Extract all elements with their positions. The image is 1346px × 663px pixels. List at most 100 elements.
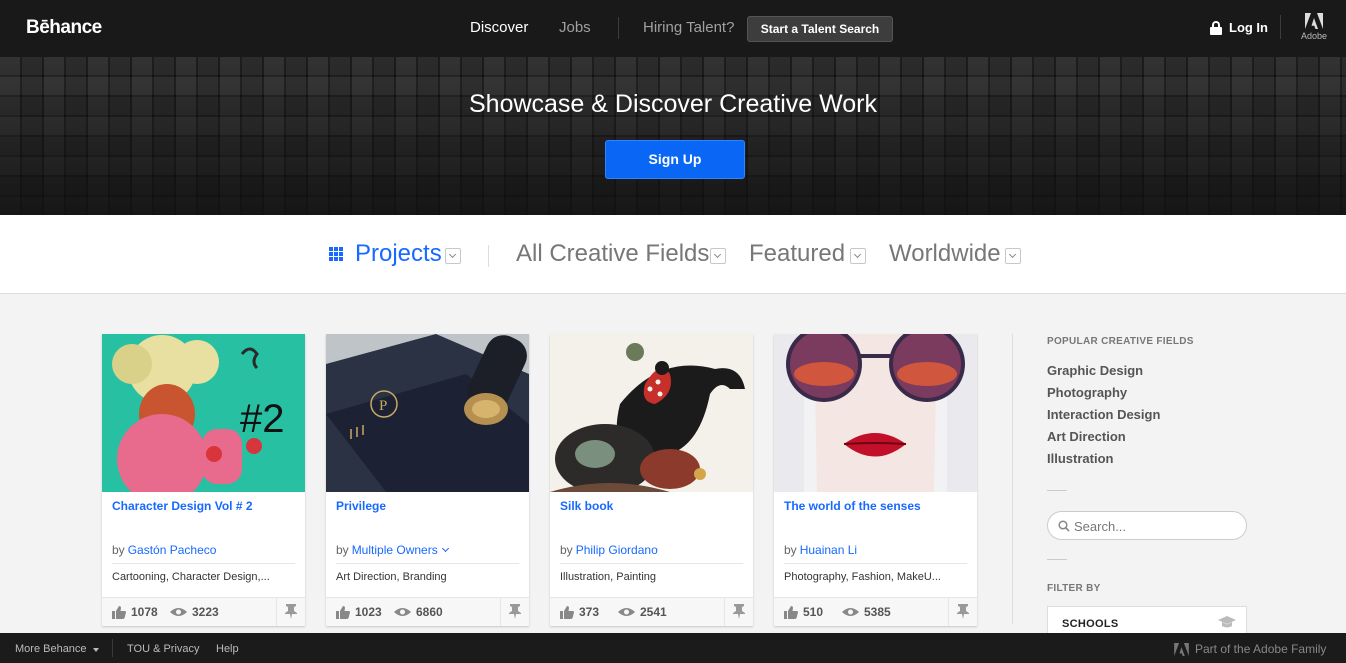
featured-filter[interactable]: Featured (749, 240, 845, 268)
svg-text:P: P (379, 398, 387, 414)
adobe-family-link[interactable]: Part of the Adobe Family (1174, 642, 1326, 656)
project-stats: 510 5385 (774, 597, 977, 626)
chevron-down-icon[interactable] (710, 248, 726, 264)
field-link-graphic-design[interactable]: Graphic Design (1047, 363, 1143, 378)
project-title[interactable]: Silk book (560, 499, 613, 513)
views-stat: 2541 (618, 605, 667, 619)
views-count: 5385 (864, 605, 891, 619)
help-link[interactable]: Help (216, 643, 239, 655)
popular-fields-heading: POPULAR CREATIVE FIELDS (1047, 336, 1194, 347)
adobe-label: Adobe (1300, 31, 1328, 41)
nav-jobs-link[interactable]: Jobs (559, 19, 591, 36)
save-icon (957, 604, 969, 619)
project-owner-line: by Multiple Owners (336, 543, 449, 557)
location-filter[interactable]: Worldwide (889, 240, 1001, 268)
project-thumbnail[interactable]: P (326, 334, 529, 492)
save-to-collection-button[interactable] (500, 598, 529, 626)
search-input[interactable] (1074, 517, 1234, 535)
project-thumbnail[interactable] (774, 334, 977, 492)
graduation-cap-icon (1218, 616, 1236, 628)
project-card[interactable]: Silk book by Philip Giordano Illustration… (550, 334, 753, 626)
caret-down-icon[interactable] (93, 648, 99, 652)
project-thumbnail[interactable] (550, 334, 753, 492)
sidebar-short-rule (1047, 490, 1067, 491)
hero-banner: Showcase & Discover Creative Work Sign U… (0, 57, 1346, 215)
project-stats: 373 2541 (550, 597, 753, 626)
by-label: by (784, 543, 797, 557)
views-stat: 3223 (170, 605, 219, 619)
project-card[interactable]: P Privilege by Multiple Owners Art Direct… (326, 334, 529, 626)
chevron-down-icon[interactable] (445, 248, 461, 264)
nav-divider (618, 17, 619, 39)
field-link-art-direction[interactable]: Art Direction (1047, 429, 1126, 444)
thumbs-up-icon (784, 605, 798, 619)
project-title[interactable]: The world of the senses (784, 499, 921, 513)
owner-link[interactable]: Philip Giordano (576, 543, 658, 557)
owner-link[interactable]: Huainan Li (800, 543, 857, 557)
top-navigation-bar: Bēhance Discover Jobs Hiring Talent? Sta… (0, 0, 1346, 57)
more-behance-menu[interactable]: More Behance (15, 643, 87, 655)
project-owner-line: by Philip Giordano (560, 543, 658, 557)
appreciations-stat: 1078 (112, 605, 158, 619)
field-link-illustration[interactable]: Illustration (1047, 451, 1113, 466)
project-card[interactable]: The world of the senses by Huainan Li Pho… (774, 334, 977, 626)
save-to-collection-button[interactable] (276, 598, 305, 626)
appreciations-count: 510 (803, 605, 824, 619)
views-stat: 5385 (842, 605, 891, 619)
appreciations-count: 1078 (131, 605, 158, 619)
nav-discover-link[interactable]: Discover (470, 19, 528, 36)
project-title[interactable]: Character Design Vol # 2 (112, 499, 253, 513)
sidebar-search (1047, 511, 1247, 540)
project-fields: Art Direction, Branding (336, 571, 447, 583)
svg-text:#2: #2 (240, 397, 285, 441)
login-link[interactable]: Log In (1210, 20, 1268, 35)
appreciations-stat: 373 (560, 605, 599, 619)
footer: More Behance TOU & Privacy Help Part of … (0, 633, 1346, 663)
chevron-down-icon[interactable] (850, 248, 866, 264)
owner-link[interactable]: Gastón Pacheco (128, 543, 217, 557)
project-stats: 1023 6860 (326, 597, 529, 626)
field-link-photography[interactable]: Photography (1047, 385, 1127, 400)
appreciations-count: 373 (579, 605, 600, 619)
views-stat: 6860 (394, 605, 443, 619)
creative-fields-filter[interactable]: All Creative Fields (516, 240, 709, 268)
views-count: 6860 (416, 605, 443, 619)
save-to-collection-button[interactable] (724, 598, 753, 626)
adobe-logo-icon (1174, 642, 1189, 656)
grid-icon (329, 247, 343, 261)
nav-hiring-talent-link[interactable]: Hiring Talent? (643, 19, 734, 36)
eye-icon (394, 608, 411, 616)
start-talent-search-button[interactable]: Start a Talent Search (747, 16, 893, 42)
project-owner-line: by Huainan Li (784, 543, 857, 557)
adobe-link[interactable]: Adobe (1300, 13, 1328, 41)
project-title[interactable]: Privilege (336, 499, 386, 513)
filter-by-heading: FILTER BY (1047, 583, 1101, 594)
field-link-interaction-design[interactable]: Interaction Design (1047, 407, 1160, 422)
chevron-down-icon[interactable] (1005, 248, 1021, 264)
save-to-collection-button[interactable] (948, 598, 977, 626)
appreciations-count: 1023 (355, 605, 382, 619)
by-label: by (336, 543, 349, 557)
project-fields: Photography, Fashion, MakeU... (784, 571, 941, 583)
thumbs-up-icon (560, 605, 574, 619)
owner-link[interactable]: Multiple Owners (352, 543, 438, 557)
schools-label: SCHOOLS (1062, 618, 1119, 630)
sign-up-button[interactable]: Sign Up (605, 140, 745, 179)
eye-icon (618, 608, 635, 616)
adobe-logo-icon (1305, 13, 1323, 29)
search-icon (1058, 520, 1070, 532)
tou-privacy-link[interactable]: TOU & Privacy (127, 643, 200, 655)
projects-filter[interactable]: Projects (355, 240, 442, 268)
eye-icon (170, 608, 187, 616)
project-card[interactable]: #2 Character Design Vol # 2 by Gastón Pac… (102, 334, 305, 626)
sidebar-short-rule (1047, 559, 1067, 560)
views-count: 2541 (640, 605, 667, 619)
behance-logo[interactable]: Bēhance (26, 17, 102, 39)
project-thumbnail[interactable]: #2 (102, 334, 305, 492)
appreciations-stat: 510 (784, 605, 823, 619)
filter-divider (488, 245, 489, 267)
chevron-down-icon[interactable] (441, 544, 449, 553)
thumbs-up-icon (112, 605, 126, 619)
adobe-family-label: Part of the Adobe Family (1195, 642, 1327, 656)
eye-icon (842, 608, 859, 616)
